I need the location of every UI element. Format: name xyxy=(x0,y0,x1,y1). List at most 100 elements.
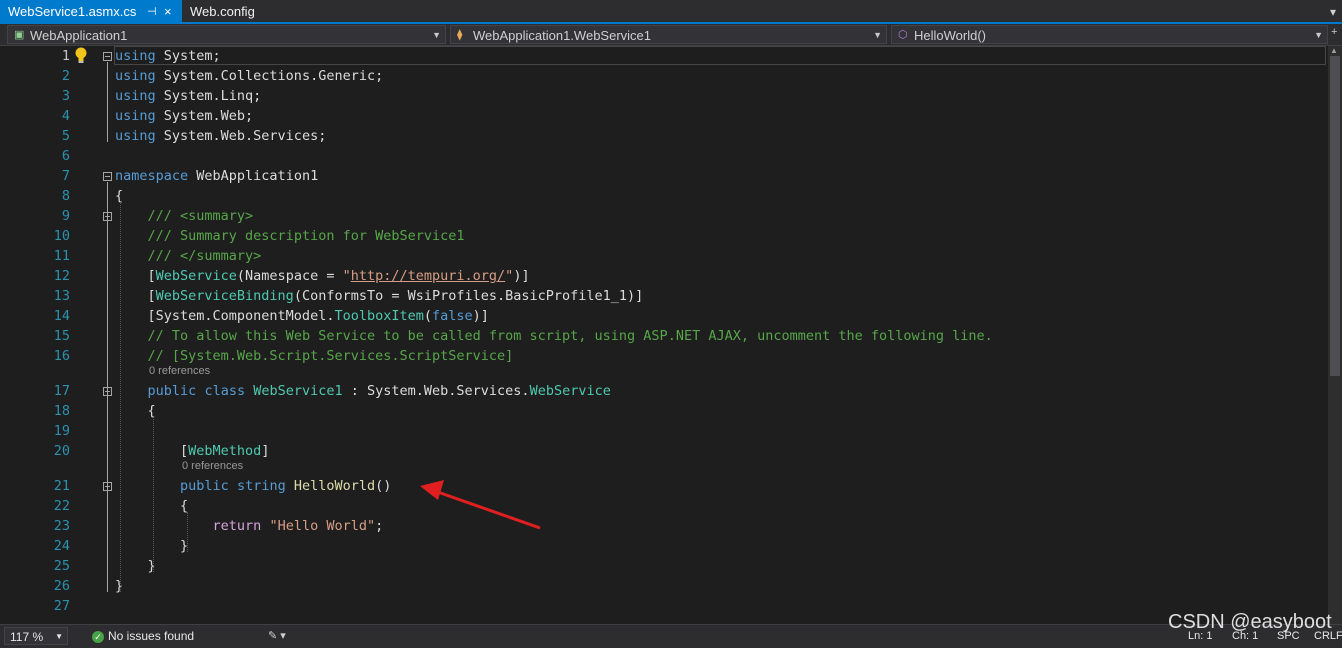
code-token: } xyxy=(115,558,156,574)
tab-overflow-dropdown-icon[interactable]: ▾ xyxy=(1330,0,1336,24)
fold-toggle-icon[interactable] xyxy=(103,52,112,61)
code-line: } xyxy=(115,536,188,556)
code-token: { xyxy=(115,403,156,419)
tab-label: Web.config xyxy=(190,4,255,19)
code-token: using xyxy=(115,128,156,144)
code-line: } xyxy=(115,556,156,576)
status-bar: 117 % ▼ ✓ No issues found ✎ ▾ Ln: 1 Ch: 1… xyxy=(0,624,1342,648)
scroll-up-icon[interactable]: ▲ xyxy=(1330,46,1338,55)
method-icon: ⬡ xyxy=(898,29,908,41)
code-line: namespace WebApplication1 xyxy=(115,166,318,186)
class-dropdown[interactable]: ⧫ WebApplication1.WebService1 ▼ xyxy=(450,25,887,44)
code-line: { xyxy=(115,401,156,421)
lightbulb-icon[interactable] xyxy=(74,47,88,64)
fold-toggle-icon[interactable] xyxy=(103,172,112,181)
indent-guide xyxy=(120,202,121,592)
line-number: 20 xyxy=(53,443,70,459)
code-token: WebService xyxy=(529,383,611,399)
line-number: 14 xyxy=(53,308,70,324)
code-line: using System.Web; xyxy=(115,106,253,126)
code-token: /// <summary> xyxy=(147,208,254,224)
code-line: public class WebService1 : System.Web.Se… xyxy=(115,381,611,401)
zoom-dropdown[interactable]: 117 % ▼ xyxy=(4,627,68,645)
code-token: System; xyxy=(155,48,221,64)
code-token: using xyxy=(115,88,156,104)
scrollbar-thumb[interactable] xyxy=(1330,56,1340,376)
issues-ok-icon: ✓ xyxy=(92,630,104,643)
brush-icon[interactable]: ✎ ▾ xyxy=(268,627,286,645)
line-number: 16 xyxy=(53,348,70,364)
close-icon[interactable]: × xyxy=(164,0,172,24)
code-token: )] xyxy=(513,268,530,284)
annotation-arrow xyxy=(420,480,541,530)
code-token: [ xyxy=(115,443,189,459)
code-token: (ConformsTo = WsiProfiles.BasicProfile1_… xyxy=(293,288,644,304)
line-number: 3 xyxy=(61,88,70,104)
code-token: [ xyxy=(115,288,156,304)
code-line: /// Summary description for WebService1 xyxy=(115,226,465,246)
code-token: false xyxy=(432,308,473,324)
indent-guide xyxy=(107,492,108,552)
line-number: 8 xyxy=(61,188,70,204)
line-number: 17 xyxy=(53,383,70,399)
code-token: { xyxy=(115,498,189,514)
issues-label: No issues found xyxy=(108,629,195,643)
member-dropdown-label: HelloWorld() xyxy=(914,28,986,43)
split-icon[interactable]: + xyxy=(1331,26,1337,38)
code-token: class xyxy=(204,383,246,399)
tab-label: WebService1.asmx.cs xyxy=(8,4,137,19)
line-number: 7 xyxy=(61,168,70,184)
line-number: 10 xyxy=(53,228,70,244)
project-dropdown[interactable]: ▣ WebApplication1 ▼ xyxy=(7,25,446,44)
code-line: [System.ComponentModel.ToolboxItem(false… xyxy=(115,306,489,326)
member-dropdown[interactable]: ⬡ HelloWorld() ▼ xyxy=(891,25,1328,44)
code-token: WebService xyxy=(155,268,237,284)
tab-webservice1-asmx-cs[interactable]: WebService1.asmx.cs ⊣ × xyxy=(0,0,182,24)
code-editor[interactable]: 1 2 3 4 5 6 7 8 9 10 11 12 13 14 15 16 17 18 19 20 21 22 23 24 2… xyxy=(0,46,1328,624)
code-token: System.Web; xyxy=(155,108,254,124)
line-number: 11 xyxy=(53,248,70,264)
code-line: using System.Web.Services; xyxy=(115,126,326,146)
zoom-value: 117 % xyxy=(10,630,44,644)
code-line: /// </summary> xyxy=(115,246,262,266)
document-tab-bar: WebService1.asmx.cs ⊣ × Web.config ▾ xyxy=(0,0,1342,24)
code-token: WebApplication1 xyxy=(188,168,319,184)
watermark: CSDN @easyboot xyxy=(1168,611,1332,633)
code-token: "Hello World" xyxy=(269,518,376,534)
code-token: ToolboxItem xyxy=(334,308,424,324)
code-token: public xyxy=(180,478,229,494)
code-token: HelloWorld xyxy=(293,478,376,494)
class-dropdown-label: WebApplication1.WebService1 xyxy=(473,28,652,43)
code-line: public string HelloWorld() xyxy=(115,476,391,496)
line-number: 27 xyxy=(53,598,70,614)
line-number: 9 xyxy=(61,208,70,224)
tab-web-config[interactable]: Web.config xyxy=(182,0,266,24)
project-dropdown-label: WebApplication1 xyxy=(30,28,128,43)
line-number: 13 xyxy=(53,288,70,304)
code-token: using xyxy=(115,48,156,64)
code-line: { xyxy=(115,496,188,516)
pin-icon[interactable]: ⊣ xyxy=(147,0,157,24)
code-line: using System; xyxy=(115,46,221,66)
code-line: [WebMethod] xyxy=(115,441,269,461)
line-number: 18 xyxy=(53,403,70,419)
line-number: 15 xyxy=(53,328,70,344)
line-number: 24 xyxy=(53,538,70,554)
code-token: : System.Web.Services. xyxy=(342,383,530,399)
indent-guide xyxy=(153,417,154,572)
code-token[interactable]: http://tempuri.org/ xyxy=(351,268,505,284)
code-token: (Namespace = xyxy=(236,268,343,284)
code-token: using xyxy=(115,68,156,84)
vertical-scrollbar[interactable]: ▲ xyxy=(1328,46,1342,624)
issues-indicator[interactable]: ✓ No issues found xyxy=(92,627,194,645)
code-token: WebService1 xyxy=(253,383,343,399)
class-icon: ⧫ xyxy=(457,29,463,41)
codelens-references[interactable]: 0 references xyxy=(149,365,210,377)
line-number: 6 xyxy=(61,148,70,164)
line-number: 23 xyxy=(53,518,70,534)
line-number: 5 xyxy=(61,128,70,144)
codelens-references[interactable]: 0 references xyxy=(182,460,243,472)
